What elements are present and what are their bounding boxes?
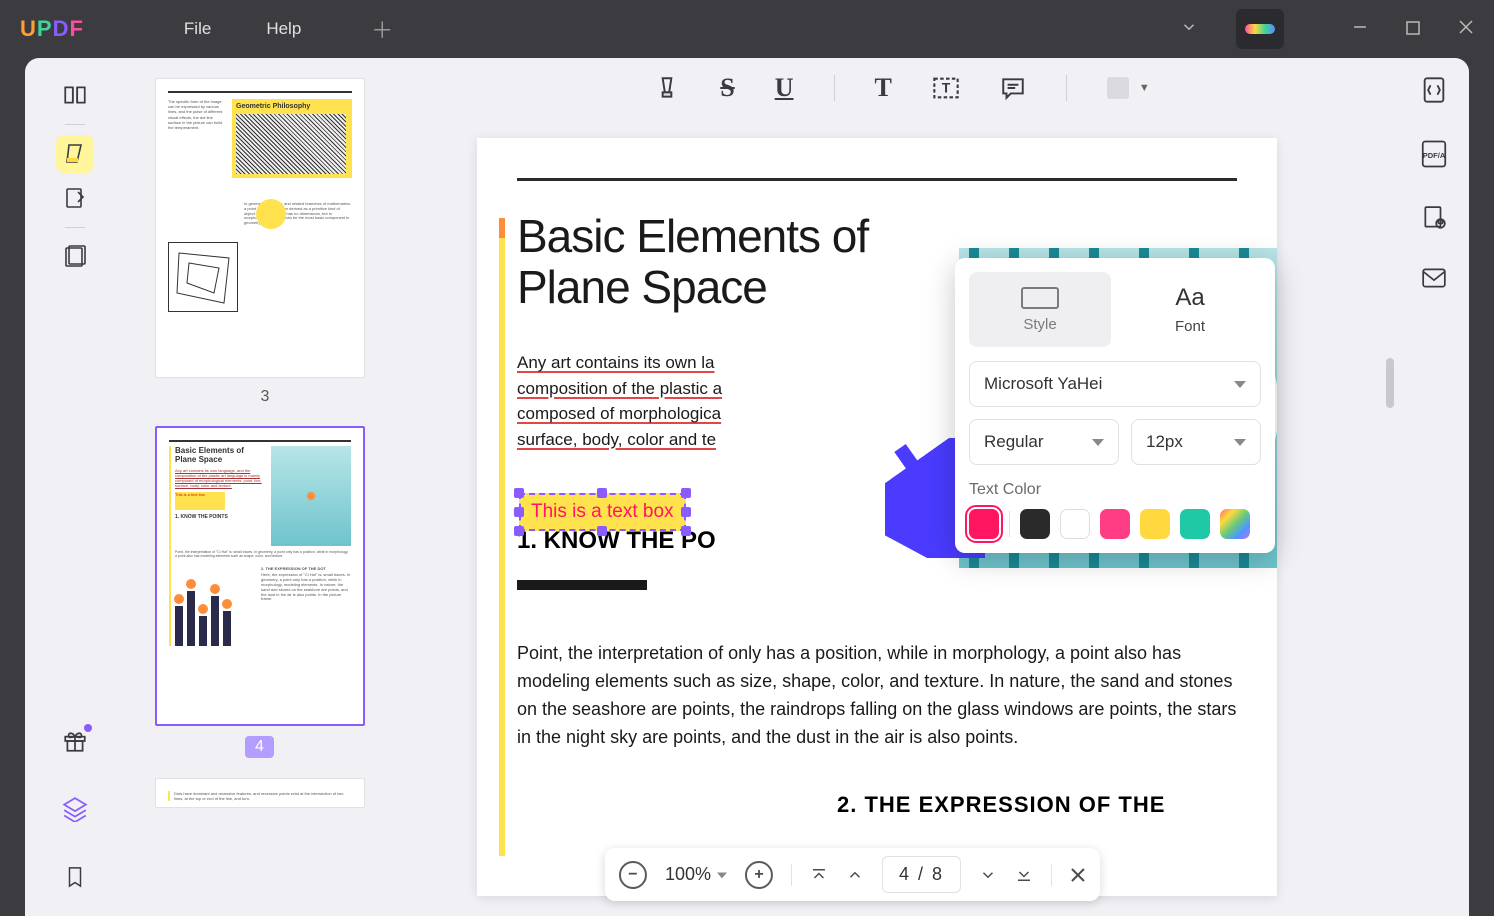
- new-tab-button[interactable]: ＋: [371, 13, 393, 45]
- intro-text: Any art contains its own la: [517, 353, 714, 372]
- font-size-select[interactable]: 12px: [1131, 419, 1261, 465]
- underline-tool[interactable]: U: [775, 73, 794, 103]
- textbox-tool[interactable]: T: [932, 74, 960, 102]
- scrollbar-thumb[interactable]: [1386, 358, 1394, 408]
- share-button[interactable]: [1421, 267, 1447, 294]
- heading-2: 2. THE EXPRESSION OF THE: [517, 792, 1237, 818]
- reader-mode-button[interactable]: [56, 76, 94, 114]
- layers-button[interactable]: [56, 790, 94, 828]
- thumb3-title: Geometric Philosophy: [236, 103, 348, 110]
- body-paragraph: Point, the interpretation of only has a …: [517, 640, 1237, 752]
- svg-text:T: T: [942, 80, 951, 96]
- separator: [834, 75, 835, 101]
- first-page-button[interactable]: [810, 866, 828, 884]
- close-button[interactable]: [1458, 19, 1474, 40]
- menu-file[interactable]: File: [184, 19, 211, 39]
- separator: [65, 124, 85, 125]
- thumbnail-page-4[interactable]: Basic Elements of Plane Space Any art co…: [155, 426, 365, 726]
- page-number-input[interactable]: 4 / 8: [882, 856, 961, 893]
- font-family-select[interactable]: Microsoft YaHei: [969, 361, 1261, 407]
- prev-page-button[interactable]: [846, 866, 864, 884]
- color-swatch-custom[interactable]: [1220, 509, 1250, 539]
- color-swatch-white[interactable]: [1060, 509, 1090, 539]
- menu-help[interactable]: Help: [266, 19, 301, 39]
- convert-button[interactable]: [1420, 76, 1448, 109]
- dropdown-icon[interactable]: [1180, 18, 1198, 41]
- ai-button[interactable]: [1236, 9, 1284, 49]
- text-tool[interactable]: T: [875, 73, 892, 103]
- svg-text:PDF/A: PDF/A: [1423, 151, 1446, 160]
- gift-button[interactable]: [56, 722, 94, 760]
- textbox-selection[interactable]: This is a text box: [519, 493, 686, 531]
- edit-mode-button[interactable]: [56, 179, 94, 217]
- next-page-button[interactable]: [979, 866, 997, 884]
- color-swatch-pink[interactable]: [1100, 509, 1130, 539]
- color-swatch-black[interactable]: [1020, 509, 1050, 539]
- text-properties-popover: Style Aa Font Microsoft YaHei Regular 12…: [955, 258, 1275, 553]
- strikethrough-tool[interactable]: S: [720, 73, 734, 103]
- shape-tool[interactable]: ▼: [1107, 77, 1150, 99]
- separator: [65, 227, 85, 228]
- text-color-label: Text Color: [969, 481, 1261, 499]
- style-tab[interactable]: Style: [969, 272, 1111, 347]
- minimize-button[interactable]: [1352, 19, 1368, 40]
- thumb3-number: 3: [155, 388, 375, 406]
- page-title: Basic Elements of Plane Space: [517, 211, 917, 312]
- thumb4-number: 4: [245, 736, 274, 758]
- sticky-note-tool[interactable]: [1000, 75, 1026, 101]
- color-swatch-red[interactable]: [969, 509, 999, 539]
- highlighter-tool[interactable]: [654, 74, 680, 102]
- close-pager-button[interactable]: [1070, 867, 1086, 883]
- maximize-button[interactable]: [1406, 19, 1420, 40]
- color-swatch-teal[interactable]: [1180, 509, 1210, 539]
- bookmark-button[interactable]: [56, 858, 94, 896]
- thumbnail-page-5[interactable]: Dots have dominant and recessive feature…: [155, 778, 365, 808]
- comment-mode-button[interactable]: [56, 135, 94, 173]
- app-logo: UPDF: [20, 16, 84, 42]
- page-navigator: − 100% + 4 / 8: [605, 848, 1100, 901]
- zoom-in-button[interactable]: +: [745, 861, 773, 889]
- zoom-out-button[interactable]: −: [619, 861, 647, 889]
- protect-button[interactable]: [1421, 204, 1447, 237]
- pdfa-button[interactable]: PDF/A: [1419, 139, 1449, 174]
- last-page-button[interactable]: [1015, 866, 1033, 884]
- thumbnail-page-3[interactable]: The specific form of the image can be ex…: [155, 78, 365, 378]
- organize-mode-button[interactable]: [56, 238, 94, 276]
- font-weight-select[interactable]: Regular: [969, 419, 1119, 465]
- color-swatch-yellow[interactable]: [1140, 509, 1170, 539]
- divider-bar: [517, 580, 647, 590]
- separator: [1066, 75, 1067, 101]
- thumb4-title: Basic Elements of Plane Space: [175, 446, 267, 464]
- font-tab[interactable]: Aa Font: [1119, 272, 1261, 347]
- zoom-level[interactable]: 100%: [665, 864, 727, 885]
